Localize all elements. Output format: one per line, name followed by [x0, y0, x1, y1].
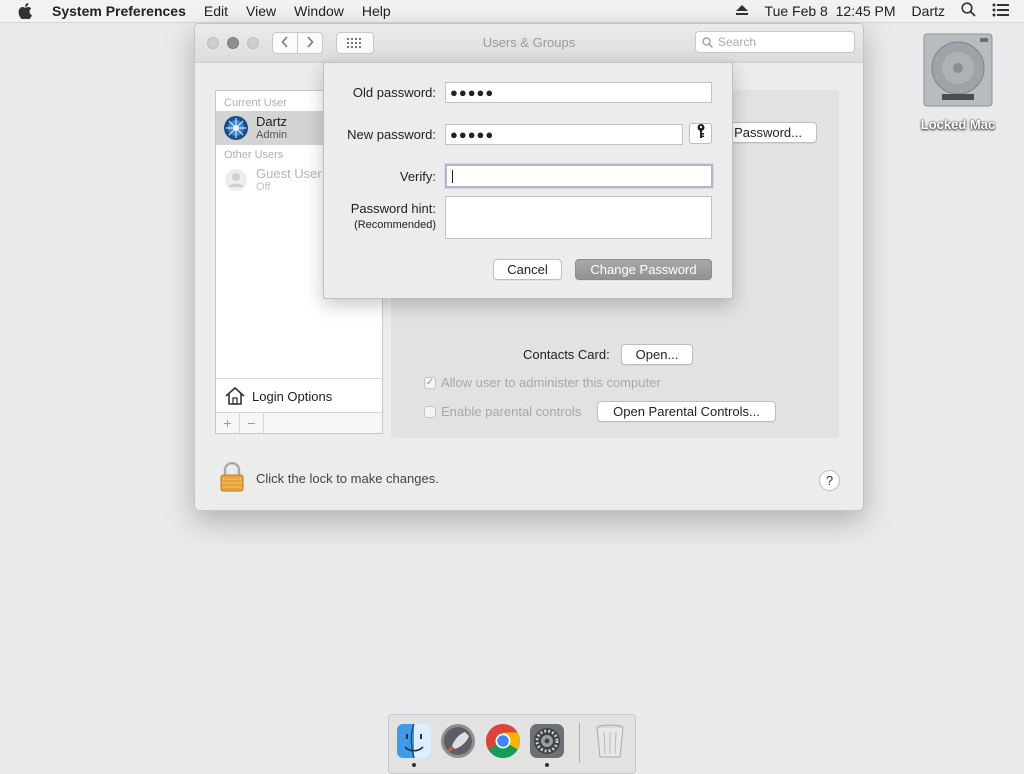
- verify-label: Verify:: [399, 169, 436, 184]
- user-role: Admin: [256, 129, 288, 141]
- title-bar: Users & Groups Search: [195, 24, 863, 63]
- dock-separator: [579, 723, 580, 763]
- change-password-submit-button[interactable]: Change Password: [575, 259, 712, 280]
- password-assistant-button[interactable]: [689, 123, 712, 144]
- new-password-field[interactable]: ●●●●●: [445, 124, 683, 145]
- spotlight-search-icon[interactable]: [961, 2, 976, 20]
- change-password-button[interactable]: Password...: [723, 122, 817, 143]
- parental-controls-checkbox[interactable]: Enable parental controls: [424, 404, 581, 419]
- search-placeholder: Search: [718, 35, 757, 49]
- eject-icon[interactable]: [735, 3, 749, 19]
- lock-message: Click the lock to make changes.: [256, 471, 439, 486]
- dock: [388, 714, 636, 774]
- lock-icon: [219, 461, 245, 497]
- checkbox-empty: [424, 405, 436, 418]
- verify-field[interactable]: [445, 164, 713, 188]
- help-button[interactable]: ?: [819, 470, 840, 491]
- menu-window[interactable]: Window: [294, 3, 344, 19]
- trash-icon[interactable]: [591, 722, 629, 760]
- change-password-sheet: Old password: ●●●●● New password: ●●●●● …: [323, 62, 733, 299]
- drive-label: Locked Mac: [920, 117, 996, 132]
- password-hint-title: Password hint:: [350, 201, 436, 216]
- checkmark-icon: ✓: [424, 376, 436, 389]
- old-password-field[interactable]: ●●●●●: [445, 82, 712, 103]
- open-parental-controls-button[interactable]: Open Parental Controls...: [597, 401, 776, 422]
- lock-button[interactable]: [219, 461, 245, 497]
- finder-icon[interactable]: [395, 722, 433, 760]
- allow-admin-label: Allow user to administer this computer: [441, 375, 661, 390]
- menu-view[interactable]: View: [246, 3, 276, 19]
- guest-user-name: Guest User: [256, 166, 322, 181]
- house-icon: [224, 386, 246, 406]
- avatar: [224, 116, 248, 140]
- new-password-label: New password:: [347, 127, 436, 142]
- add-user-button[interactable]: +: [216, 413, 240, 433]
- chrome-icon[interactable]: [484, 722, 522, 760]
- menu-app-name[interactable]: System Preferences: [52, 3, 186, 19]
- login-options-label: Login Options: [252, 388, 333, 404]
- old-password-label: Old password:: [352, 85, 436, 100]
- system-preferences-icon[interactable]: [528, 722, 566, 760]
- launchpad-icon[interactable]: [439, 722, 477, 760]
- apple-menu-icon[interactable]: [18, 3, 40, 19]
- running-indicator: [412, 763, 416, 767]
- password-hint-sub: (Recommended): [354, 219, 436, 231]
- hard-drive-icon: [920, 33, 996, 114]
- guest-user-icon: [224, 168, 248, 192]
- notification-center-icon[interactable]: [992, 3, 1010, 20]
- password-hint-field[interactable]: [445, 196, 712, 239]
- list-actions: + −: [216, 412, 382, 433]
- search-field[interactable]: Search: [695, 31, 855, 53]
- contacts-card-label: Contacts Card:: [523, 347, 610, 362]
- key-icon: [696, 123, 706, 144]
- open-contacts-button[interactable]: Open...: [621, 344, 693, 365]
- allow-admin-checkbox[interactable]: ✓ Allow user to administer this computer: [424, 375, 661, 390]
- guest-user-status: Off: [256, 181, 271, 193]
- menu-help[interactable]: Help: [362, 3, 391, 19]
- clock[interactable]: Tue Feb 8 12:45 PM: [765, 3, 896, 19]
- login-options-item[interactable]: Login Options: [216, 378, 382, 413]
- cancel-button[interactable]: Cancel: [493, 259, 562, 280]
- remove-user-button[interactable]: −: [240, 413, 264, 433]
- search-icon: [702, 36, 713, 48]
- user-name: Dartz: [256, 114, 288, 129]
- running-indicator: [545, 763, 549, 767]
- desktop-drive[interactable]: Locked Mac: [917, 30, 999, 132]
- menu-edit[interactable]: Edit: [204, 3, 228, 19]
- parental-controls-label: Enable parental controls: [441, 404, 582, 419]
- menu-bar: System Preferences Edit View Window Help…: [0, 0, 1024, 23]
- text-caret: [452, 169, 453, 183]
- password-hint-label: Password hint: (Recommended): [351, 201, 436, 233]
- user-menu[interactable]: Dartz: [912, 3, 945, 19]
